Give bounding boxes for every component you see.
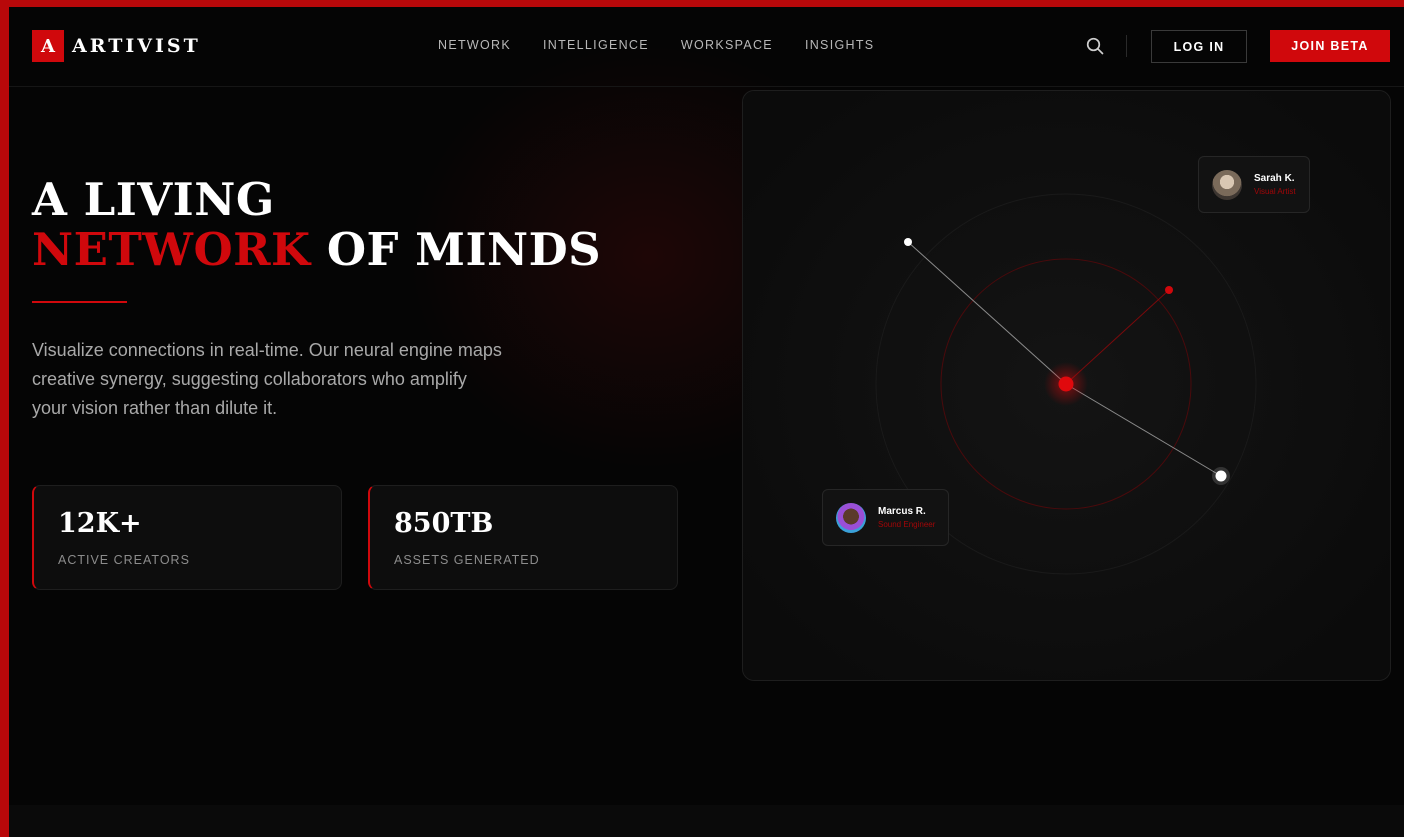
avatar: [1212, 169, 1242, 200]
network-visualization-panel: Sarah K. Visual Artist Marcus R. Sound E…: [742, 90, 1391, 681]
nav-item-workspace[interactable]: WORKSPACE: [681, 38, 773, 52]
nav-item-intelligence[interactable]: INTELLIGENCE: [543, 38, 649, 52]
join-beta-button[interactable]: JOIN BETA: [1270, 30, 1390, 62]
hero-description: Visualize connections in real-time. Our …: [32, 340, 502, 418]
header-divider: [1126, 35, 1127, 57]
main-nav: NETWORK INTELLIGENCE WORKSPACE INSIGHTS: [438, 38, 906, 52]
logo-mark: A: [32, 30, 64, 62]
nav-item-insights[interactable]: INSIGHTS: [805, 38, 874, 52]
network-node[interactable]: [904, 238, 912, 246]
profile-name: Marcus R.: [878, 506, 926, 517]
stat-value: 12K+: [58, 508, 142, 539]
stat-card-creators: 12K+ ACTIVE CREATORS: [32, 485, 342, 590]
core-node[interactable]: [1058, 376, 1074, 392]
stat-label: ACTIVE CREATORS: [58, 553, 190, 567]
profile-card-marcus[interactable]: Marcus R. Sound Engineer: [822, 489, 949, 546]
profile-name: Sarah K.: [1254, 173, 1295, 184]
login-button[interactable]: LOG IN: [1151, 30, 1247, 63]
network-node-red[interactable]: [1165, 286, 1173, 294]
search-icon[interactable]: [1086, 37, 1104, 55]
headline-accent-word: NETWORK: [32, 223, 311, 276]
top-navigation-bar: A ARTIVIST NETWORK INTELLIGENCE WORKSPAC…: [9, 7, 1404, 87]
avatar: [836, 502, 866, 533]
profile-text: Marcus R. Sound Engineer: [878, 506, 935, 529]
profile-role: Sound Engineer: [878, 520, 936, 529]
profile-text: Sarah K. Visual Artist: [1254, 173, 1296, 196]
next-section-band: [9, 805, 1404, 837]
app-frame: A ARTIVIST NETWORK INTELLIGENCE WORKSPAC…: [9, 7, 1404, 837]
stat-label: ASSETS GENERATED: [394, 553, 540, 567]
nav-item-network[interactable]: NETWORK: [438, 38, 511, 52]
hero-headline: A LIVING NETWORK OF MINDS: [32, 175, 601, 275]
stat-card-assets: 850TB ASSETS GENERATED: [368, 485, 678, 590]
profile-card-sarah[interactable]: Sarah K. Visual Artist: [1198, 156, 1310, 213]
stat-value: 850TB: [394, 508, 494, 539]
headline-underline: [32, 301, 127, 303]
brand-logo[interactable]: A ARTIVIST: [32, 30, 201, 62]
headline-line-1: A LIVING: [32, 173, 275, 226]
brand-name: ARTIVIST: [72, 35, 201, 57]
headline-rest: OF MINDS: [310, 223, 602, 276]
profile-role: Visual Artist: [1254, 187, 1296, 196]
network-node[interactable]: [1215, 470, 1227, 482]
